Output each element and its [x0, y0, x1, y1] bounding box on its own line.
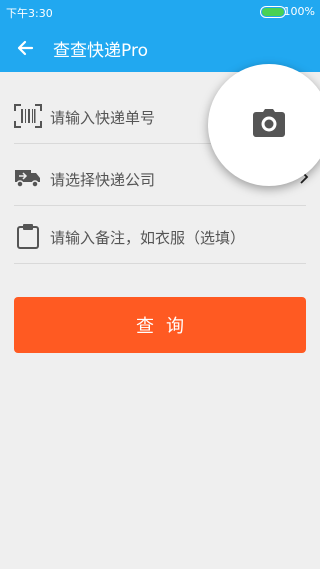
courier-company-placeholder: 请选择快递公司 [50, 171, 156, 189]
scan-camera-button[interactable] [208, 64, 320, 186]
camera-icon [253, 109, 285, 137]
back-button[interactable] [10, 33, 40, 63]
status-bar: 下午3:30 100% [0, 0, 320, 24]
page-title: 查查快递Pro [53, 41, 148, 61]
barcode-icon [14, 104, 42, 128]
arrow-left-icon [17, 40, 34, 56]
note-placeholder: 请输入备注，如衣服（选填） [50, 229, 246, 247]
tracking-number-placeholder: 请输入快递单号 [50, 109, 156, 127]
query-button[interactable]: 查询 [14, 297, 306, 353]
note-field[interactable]: 请输入备注，如衣服（选填） [14, 206, 306, 264]
battery-percent: 100% [283, 5, 315, 18]
battery-icon [260, 6, 286, 18]
status-time: 下午3:30 [6, 7, 53, 20]
clipboard-icon [14, 224, 42, 249]
truck-icon [14, 166, 42, 190]
